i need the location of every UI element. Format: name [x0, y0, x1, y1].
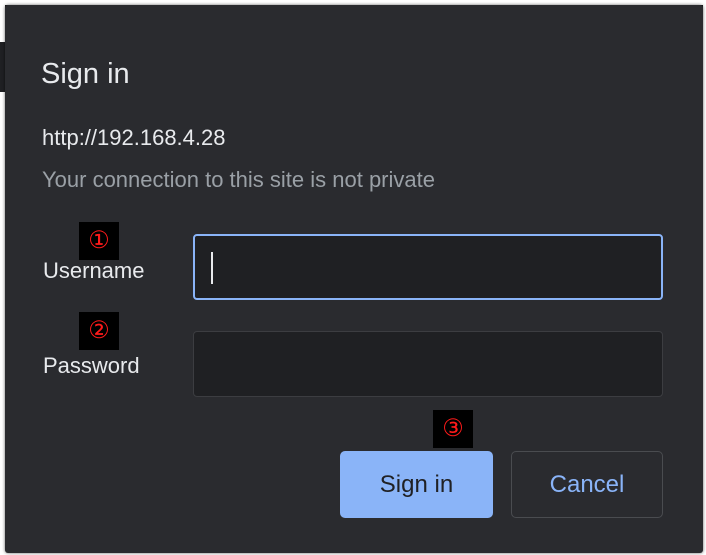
annotation-marker-3: ③ — [433, 410, 473, 448]
cancel-button[interactable]: Cancel — [511, 451, 663, 518]
username-input[interactable] — [193, 234, 663, 300]
password-label: Password — [43, 353, 140, 378]
annotation-marker-1: ① — [79, 222, 119, 260]
annotation-marker-2: ② — [79, 312, 119, 350]
text-cursor — [211, 252, 213, 284]
username-label: Username — [43, 258, 145, 283]
privacy-warning: Your connection to this site is not priv… — [42, 167, 435, 192]
sign-in-button[interactable]: Sign in — [340, 451, 493, 518]
site-url: http://192.168.4.28 — [42, 125, 226, 150]
dialog-title: Sign in — [41, 58, 130, 90]
password-input[interactable] — [193, 331, 663, 397]
